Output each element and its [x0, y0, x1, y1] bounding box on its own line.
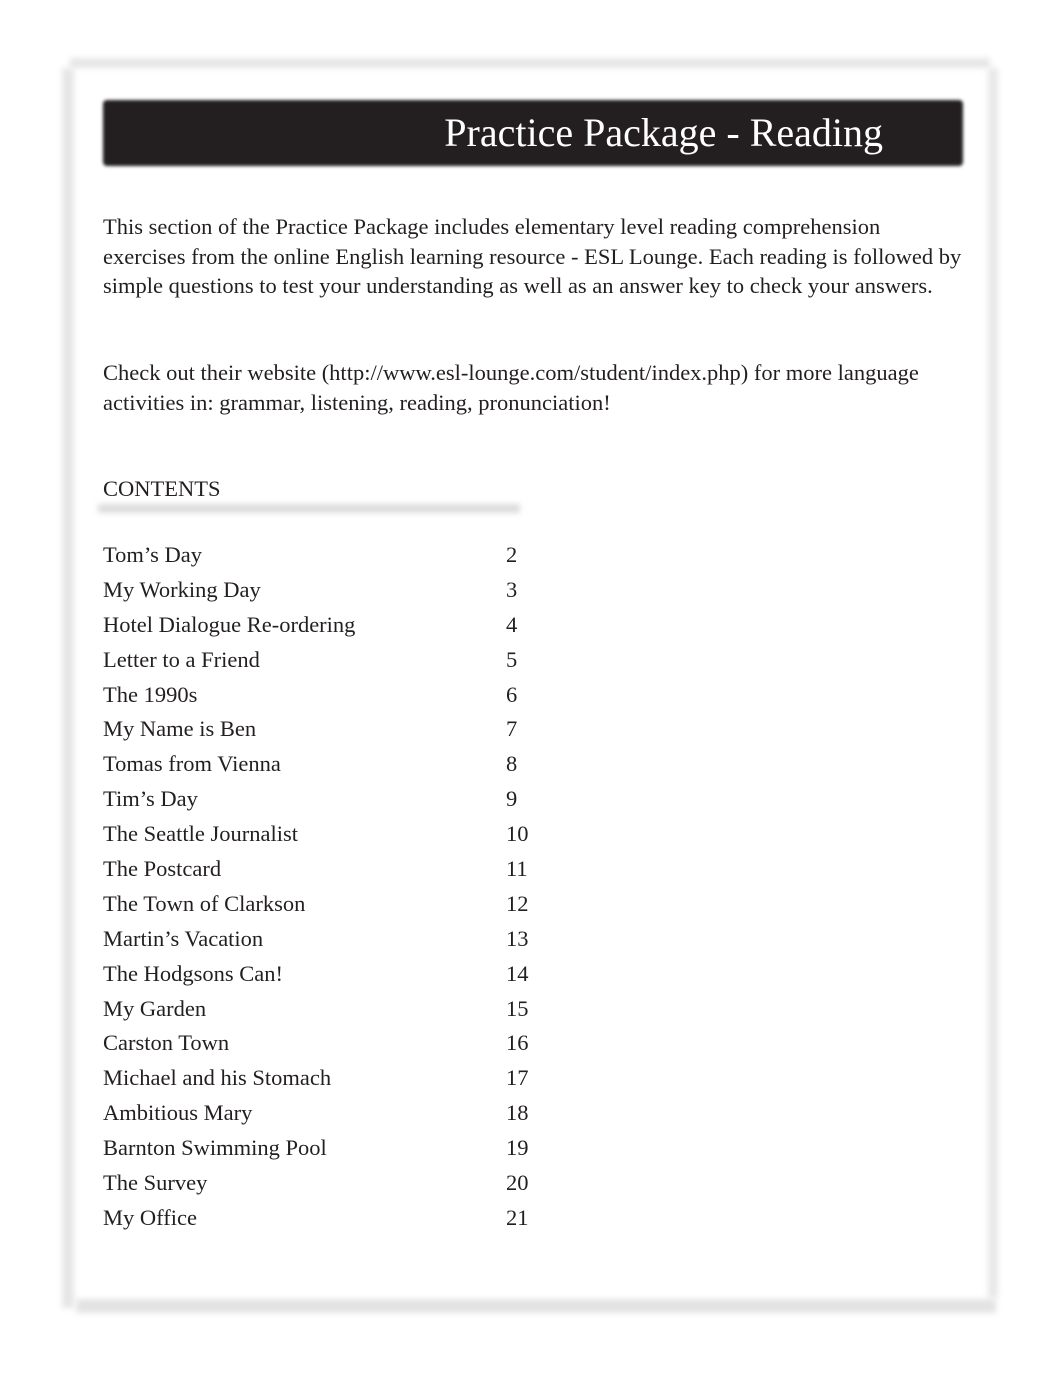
toc-page: 8 — [506, 751, 518, 777]
toc-page: 6 — [506, 681, 518, 707]
toc-title: Barnton Swimming Pool — [103, 1135, 327, 1161]
frame-edge-right — [988, 68, 998, 1298]
toc-title: The Postcard — [103, 856, 222, 882]
toc-title: The 1990s — [103, 681, 198, 707]
toc-title: My Garden — [103, 995, 207, 1021]
toc-page: 14 — [506, 960, 529, 986]
toc-page: 3 — [506, 576, 518, 602]
toc-item: Tomas from Vienna 8 — [103, 747, 543, 782]
toc-item: Michael and his Stomach 17 — [103, 1061, 543, 1096]
toc-item: The Postcard 11 — [103, 852, 543, 887]
toc-page: 19 — [506, 1135, 529, 1161]
toc-title: My Working Day — [103, 576, 261, 602]
toc-page: 21 — [506, 1204, 529, 1230]
toc-title: Tim’s Day — [103, 786, 198, 812]
toc-title: Martin’s Vacation — [103, 925, 264, 951]
toc-page: 17 — [506, 1065, 529, 1091]
frame-edge-top — [70, 58, 990, 68]
toc-title: My Name is Ben — [103, 716, 257, 742]
toc-title: Carston Town — [103, 1030, 230, 1056]
toc-title: Ambitious Mary — [103, 1100, 253, 1126]
toc-page: 20 — [506, 1170, 529, 1196]
toc-page: 18 — [506, 1100, 529, 1126]
toc-page: 12 — [506, 890, 529, 916]
toc-page: 7 — [506, 716, 518, 742]
toc-item: Martin’s Vacation 13 — [103, 922, 543, 957]
toc-item: The Survey 20 — [103, 1166, 543, 1201]
toc-item: Carston Town 16 — [103, 1026, 543, 1061]
toc-page: 2 — [506, 542, 518, 567]
toc-item: The Hodgsons Can! 14 — [103, 957, 543, 992]
toc-page: 16 — [506, 1030, 529, 1056]
toc-item: The Town of Clarkson 12 — [103, 887, 543, 922]
toc-item: My Working Day 3 — [103, 573, 543, 608]
toc-page: 9 — [506, 786, 518, 812]
frame-edge-left — [62, 68, 74, 1308]
toc-page: 13 — [506, 925, 529, 951]
page-title: Practice Package - Reading — [444, 110, 883, 155]
toc-item: Barnton Swimming Pool 19 — [103, 1131, 543, 1166]
toc-item: The 1990s 6 — [103, 678, 543, 713]
toc-item: Letter to a Friend 5 — [103, 643, 543, 678]
toc-item: My Name is Ben 7 — [103, 712, 543, 747]
toc-title: The Hodgsons Can! — [103, 960, 283, 986]
toc-title: The Seattle Journalist — [103, 821, 298, 847]
toc-title: Tomas from Vienna — [103, 751, 281, 777]
toc-item: My Garden 15 — [103, 992, 543, 1027]
intro-paragraph: This section of the Practice Package inc… — [103, 214, 962, 298]
toc-page: 5 — [506, 646, 518, 672]
contents-heading: CONTENTS — [103, 476, 221, 501]
website-paragraph: Check out their website (http://www.esl-… — [103, 360, 919, 415]
toc-page: 15 — [506, 995, 529, 1021]
toc-item: Ambitious Mary 18 — [103, 1096, 543, 1131]
toc-title: Hotel Dialogue Re-ordering — [103, 611, 356, 637]
toc-item: The Seattle Journalist 10 — [103, 817, 543, 852]
toc-title: The Survey — [103, 1170, 208, 1196]
toc-item: Tim’s Day 9 — [103, 782, 543, 817]
toc-item: My Office 21 — [103, 1201, 543, 1236]
toc-page: 10 — [506, 821, 529, 847]
toc-title: Letter to a Friend — [103, 646, 260, 672]
toc-item: Tom’s Day 2 — [103, 538, 543, 573]
toc-title: The Town of Clarkson — [103, 890, 306, 916]
frame-edge-bottom — [76, 1299, 996, 1313]
toc-title: Michael and his Stomach — [103, 1065, 332, 1091]
toc-title: My Office — [103, 1204, 197, 1230]
toc-title: Tom’s Day — [103, 542, 203, 567]
toc-page: 4 — [506, 611, 518, 637]
table-of-contents: Tom’s Day 2 My Working Day 3 Hotel Dialogu… — [103, 538, 543, 1236]
toc-item: Hotel Dialogue Re-ordering 4 — [103, 608, 543, 643]
contents-divider — [98, 504, 520, 513]
toc-page: 11 — [506, 856, 528, 882]
